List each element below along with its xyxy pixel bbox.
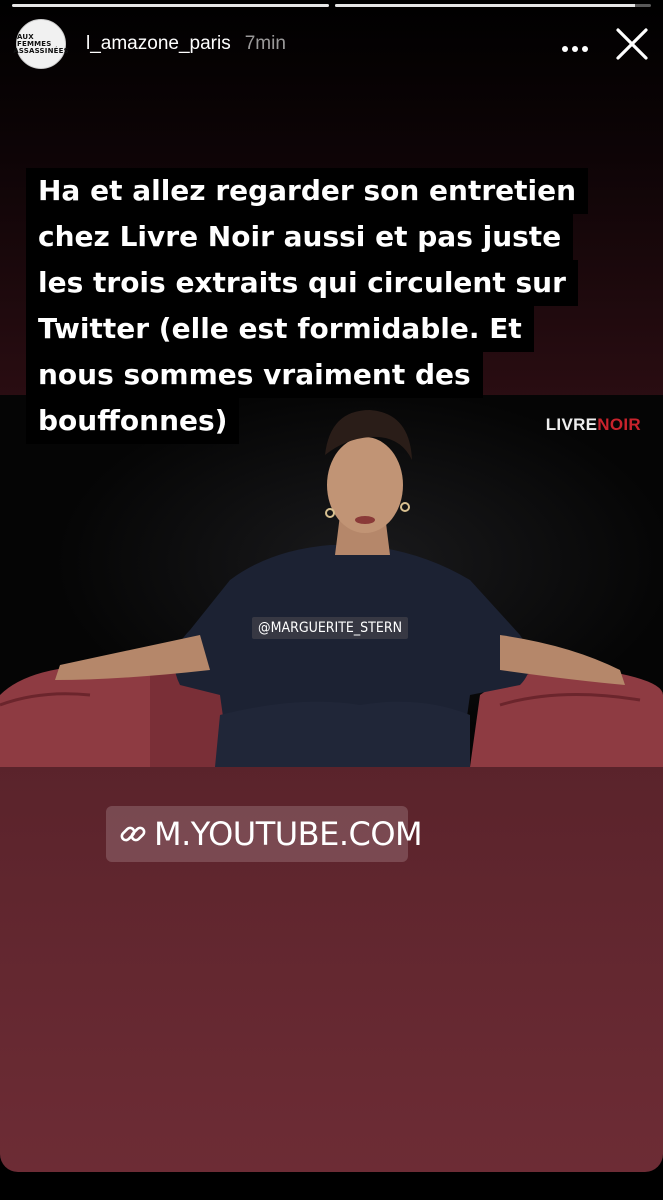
more-dots-icon[interactable] bbox=[561, 31, 589, 57]
video-scene bbox=[0, 410, 663, 767]
story-frame: AUX FEMMES ASSASSINÉES l_amazone_paris 7… bbox=[0, 0, 663, 1172]
avatar-text-line-2: ASSASSINÉES bbox=[13, 46, 69, 55]
avatar-text-line-1: AUX FEMMES bbox=[17, 32, 52, 48]
progress-fill-2 bbox=[334, 4, 636, 7]
story-header: AUX FEMMES ASSASSINÉES l_amazone_paris 7… bbox=[13, 18, 649, 70]
caption-line-6: bouffonnes) bbox=[26, 398, 240, 444]
video-thumbnail[interactable]: LIVRENOIR @MARGUERITE_STERN bbox=[0, 395, 663, 767]
caption-line-1: Ha et allez regarder son entretien bbox=[26, 168, 589, 214]
post-time: 7min bbox=[244, 33, 286, 54]
progress-segment-2 bbox=[334, 4, 651, 7]
link-label: M.YOUTUBE.COM bbox=[154, 815, 423, 853]
link-icon bbox=[118, 819, 148, 849]
link-sticker[interactable]: M.YOUTUBE.COM bbox=[106, 806, 423, 862]
caption-line-2: chez Livre Noir aussi et pas juste bbox=[26, 214, 574, 260]
avatar[interactable]: AUX FEMMES ASSASSINÉES bbox=[13, 19, 69, 69]
progress-segment-1 bbox=[12, 4, 329, 7]
caption-line-5: nous sommes vraiment des bbox=[26, 352, 483, 398]
username[interactable]: l_amazone_paris bbox=[86, 33, 231, 55]
close-icon[interactable] bbox=[615, 27, 649, 61]
mention-tag-text: @MARGUERITE_STERN bbox=[258, 620, 402, 636]
caption-line-3: les trois extraits qui circulent sur bbox=[26, 260, 578, 306]
story-progress bbox=[12, 4, 651, 7]
mention-tag[interactable]: @MARGUERITE_STERN bbox=[252, 617, 408, 639]
progress-fill-1 bbox=[12, 4, 329, 7]
caption-line-4: Twitter (elle est formidable. Et bbox=[26, 306, 534, 352]
caption-text: Ha et allez regarder son entretien chez … bbox=[26, 168, 626, 444]
